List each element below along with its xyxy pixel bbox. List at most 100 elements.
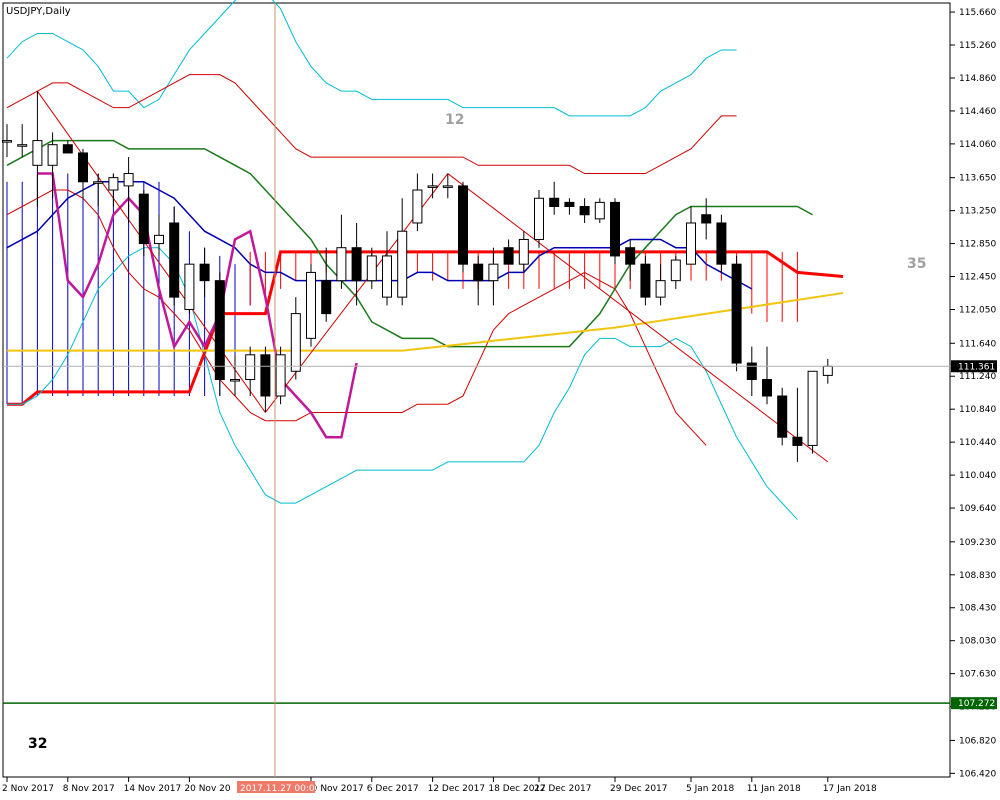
candle-up[interactable] <box>108 177 119 191</box>
candle-down[interactable] <box>321 280 332 315</box>
y-tick-label: 109.230 <box>959 538 996 548</box>
y-tick-label: 108.830 <box>959 571 996 581</box>
candle-up[interactable] <box>245 354 256 381</box>
candle-up[interactable] <box>655 280 666 298</box>
y-tick-label: 112.450 <box>959 273 996 283</box>
candle-up[interactable] <box>93 181 104 184</box>
candle-down[interactable] <box>62 144 73 154</box>
y-tick-label: 112.850 <box>959 240 996 250</box>
x-tick-label: 14 Nov 2017 <box>124 784 182 794</box>
support-price-badge: 107.272 <box>951 697 997 710</box>
candle-down[interactable] <box>78 152 88 183</box>
candle-up[interactable] <box>154 234 164 245</box>
candle-down[interactable] <box>458 185 468 265</box>
candle-down[interactable] <box>473 263 484 282</box>
candle-up[interactable] <box>275 354 286 397</box>
y-tick-label: 111.240 <box>959 372 996 382</box>
y-tick-label: 115.260 <box>959 41 996 51</box>
y-tick-label: 114.860 <box>959 74 996 84</box>
candle-up[interactable] <box>290 313 301 372</box>
y-tick-label: 107.630 <box>959 670 996 680</box>
candle-up[interactable] <box>306 271 316 339</box>
candle-up[interactable] <box>412 189 423 224</box>
candle-up[interactable] <box>442 185 453 188</box>
candle-up[interactable] <box>336 247 347 282</box>
x-tick-label: 8 Nov 2017 <box>63 784 115 794</box>
y-tick-label: 106.420 <box>959 769 996 779</box>
candle-down[interactable] <box>716 222 727 265</box>
candle-up[interactable] <box>366 255 377 282</box>
candle-up[interactable] <box>184 263 195 310</box>
candle-down[interactable] <box>625 247 636 265</box>
x-tick-label: 17 Jan 2018 <box>823 784 877 794</box>
x-tick-label: 22 Dec 2017 <box>534 784 592 794</box>
candle-down[interactable] <box>731 263 742 364</box>
x-tick-label: 6 Dec 2017 <box>367 784 419 794</box>
candle-up[interactable] <box>382 255 392 298</box>
y-tick-label: 109.640 <box>959 504 996 514</box>
x-tick-label: 2 Nov 2017 <box>2 784 54 794</box>
x-tick-label: 5 Jan 2018 <box>686 784 734 794</box>
candle-down[interactable] <box>564 201 575 207</box>
candle-up[interactable] <box>397 230 408 298</box>
y-tick-label: 110.840 <box>959 405 996 415</box>
y-tick-label: 106.820 <box>959 736 996 746</box>
y-tick-label: 114.060 <box>959 140 996 150</box>
chart-background <box>0 0 1000 800</box>
candle-down[interactable] <box>579 206 590 216</box>
price-chart[interactable]: USDJPY,Daily 115.660 115.260 114.860 114.46… <box>0 0 1000 800</box>
crosshair-date-badge-text: 2017.11.27 00:00 <box>240 784 321 794</box>
candle-up[interactable] <box>488 263 499 282</box>
candle-up[interactable] <box>594 201 605 220</box>
current-price-badge: 111.361 <box>951 360 997 373</box>
candle-up[interactable] <box>534 197 544 240</box>
y-tick-label: 110.040 <box>959 471 996 481</box>
crosshair-date-badge: 2017.11.27 00:00 <box>237 781 321 794</box>
candle-down[interactable] <box>503 247 514 265</box>
candle-up[interactable] <box>32 140 43 166</box>
y-tick-label: 110.440 <box>959 438 996 448</box>
x-tick-label: 12 Dec 2017 <box>428 784 486 794</box>
y-tick-label: 108.430 <box>959 604 996 614</box>
y-tick-label: 113.250 <box>959 207 996 217</box>
candle-down[interactable] <box>138 193 149 245</box>
candle-down[interactable] <box>199 263 210 282</box>
candle-down[interactable] <box>610 201 620 257</box>
candle-down[interactable] <box>169 222 180 298</box>
annotation-35: 35 <box>907 256 926 272</box>
candle-up[interactable] <box>2 140 12 143</box>
candle-down[interactable] <box>640 263 651 298</box>
candle-up[interactable] <box>686 222 696 265</box>
candle-up[interactable] <box>822 365 833 376</box>
symbol-timeframe-label: USDJPY,Daily <box>6 6 71 17</box>
current-price-badge-text: 111.361 <box>958 362 995 372</box>
x-tick-label: 11 Jan 2018 <box>747 784 801 794</box>
y-tick-label: 112.050 <box>959 305 996 315</box>
candle-up[interactable] <box>47 144 58 166</box>
candle-up[interactable] <box>427 185 438 188</box>
candle-up[interactable] <box>123 173 134 187</box>
support-price-badge-text: 107.272 <box>958 699 995 709</box>
candle-up[interactable] <box>807 370 818 446</box>
annotation-32: 32 <box>28 736 47 752</box>
candle-down[interactable] <box>701 214 712 224</box>
x-tick-label: 20 Nov 20 <box>184 784 230 794</box>
y-tick-label: 115.660 <box>959 8 996 18</box>
candle-down[interactable] <box>777 395 788 438</box>
candle-up[interactable] <box>518 238 529 265</box>
candle-down[interactable] <box>260 354 271 397</box>
candle-down[interactable] <box>746 362 757 381</box>
y-tick-label: 108.030 <box>959 637 996 647</box>
y-tick-label: 114.460 <box>959 107 996 117</box>
candle-down[interactable] <box>762 379 772 397</box>
y-tick-label: 111.640 <box>959 339 996 349</box>
candle-up[interactable] <box>230 379 240 382</box>
candle-down[interactable] <box>792 436 803 446</box>
candle-up[interactable] <box>17 144 28 147</box>
x-tick-label: 29 Dec 2017 <box>610 784 668 794</box>
candle-down[interactable] <box>351 247 362 282</box>
candle-down[interactable] <box>549 197 560 207</box>
candle-up[interactable] <box>670 259 681 282</box>
annotation-12: 12 <box>445 112 464 128</box>
candle-down[interactable] <box>214 280 225 381</box>
